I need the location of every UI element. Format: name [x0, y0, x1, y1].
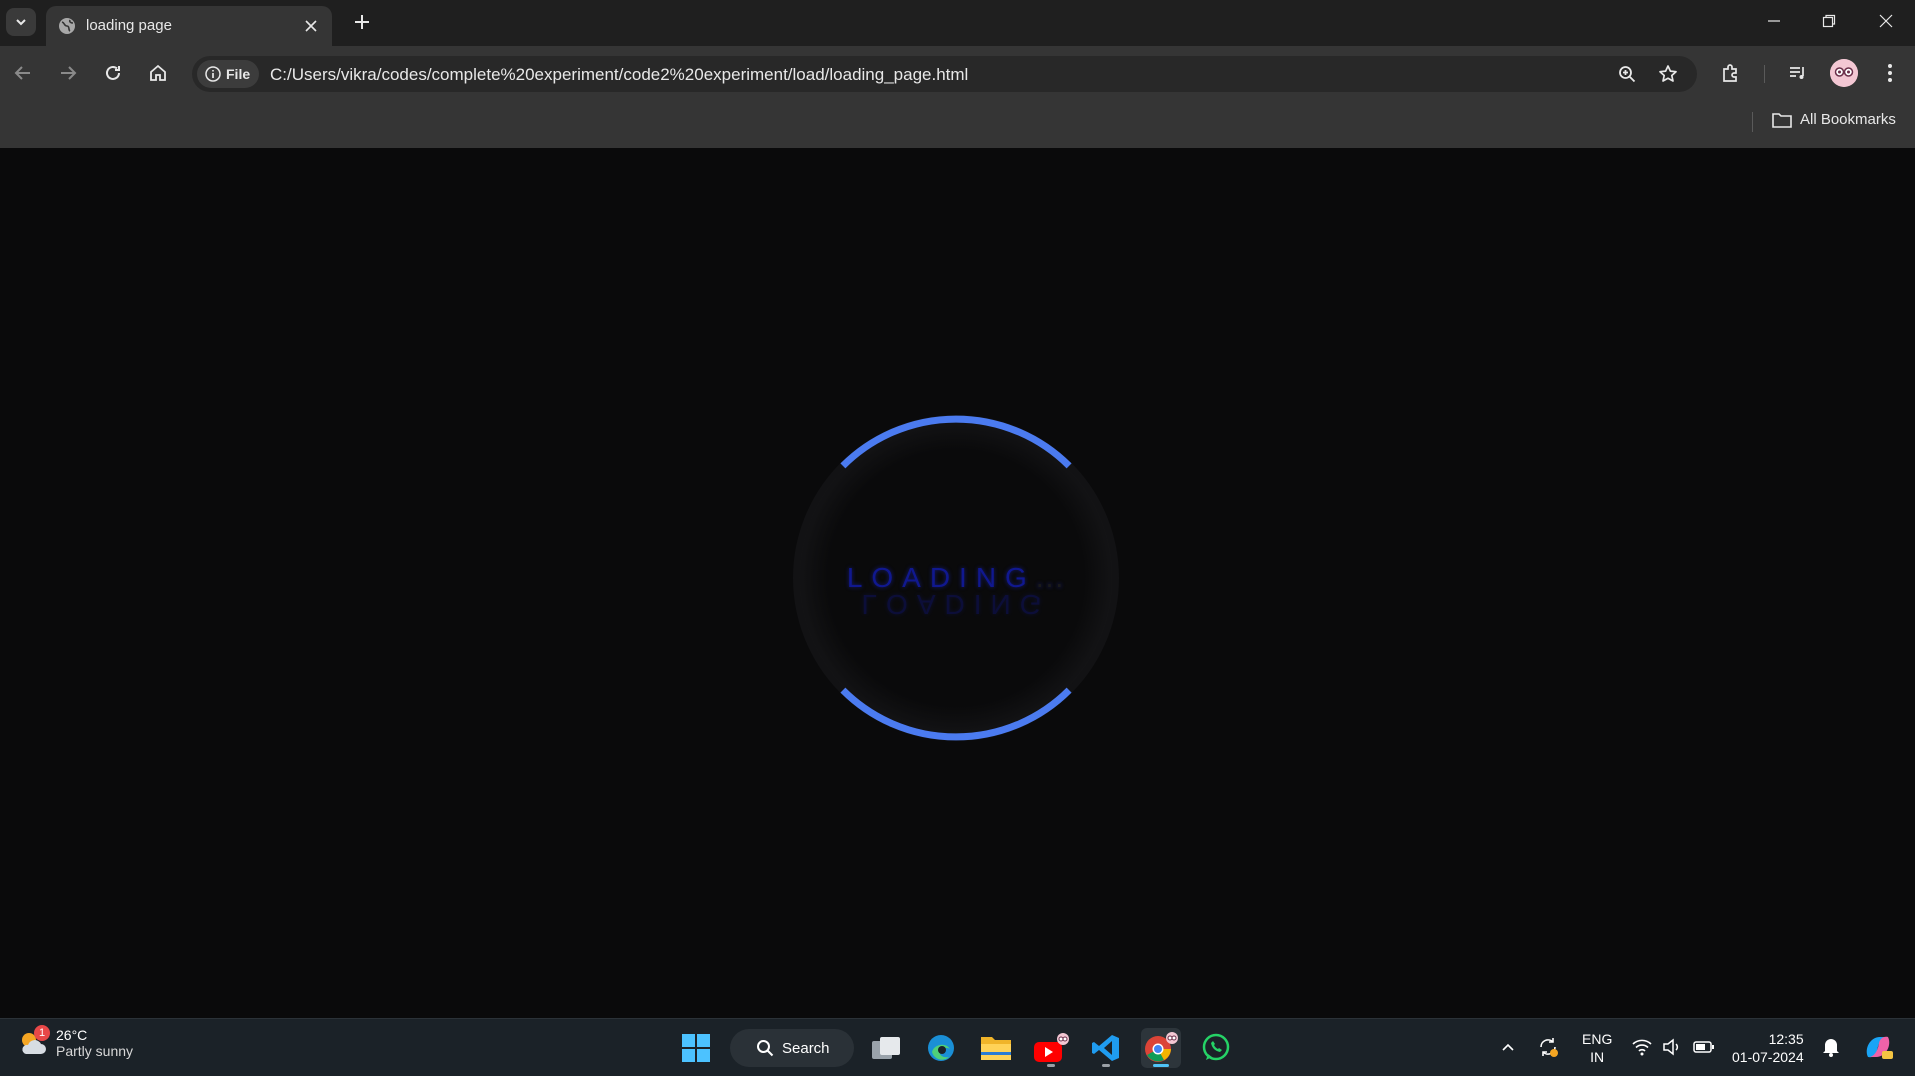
- more-vertical-icon: [1888, 64, 1892, 82]
- clock[interactable]: 12:35 01-07-2024: [1732, 1030, 1804, 1066]
- media-controls-button[interactable]: [1784, 59, 1812, 87]
- site-info-label: File: [226, 66, 251, 82]
- youtube-icon: [1034, 1033, 1069, 1062]
- tab-search-button[interactable]: [6, 8, 36, 36]
- weather-condition: Partly sunny: [56, 1043, 134, 1059]
- bookmarks-divider: [1752, 112, 1753, 132]
- loading-reflection: LOADING: [790, 438, 1122, 770]
- start-button[interactable]: [676, 1028, 716, 1068]
- back-button[interactable]: [7, 57, 39, 89]
- address-bar[interactable]: File C:/Users/vikra/codes/complete%20exp…: [192, 56, 1697, 92]
- zoom-icon: [1619, 66, 1636, 83]
- clock-date: 01-07-2024: [1732, 1049, 1804, 1065]
- all-bookmarks-label: All Bookmarks: [1800, 111, 1896, 128]
- bookmarks-bar: All Bookmarks: [0, 98, 1915, 148]
- folder-icon: [1772, 112, 1792, 128]
- edge-icon: [928, 1035, 954, 1061]
- site-info-chip[interactable]: File: [197, 60, 259, 88]
- arrow-left-icon: [14, 66, 30, 80]
- notification-badge: 1: [34, 1025, 50, 1041]
- home-button[interactable]: [142, 57, 174, 89]
- chrome-app[interactable]: [1141, 1028, 1181, 1068]
- task-view-button[interactable]: [866, 1028, 906, 1068]
- info-icon: [205, 66, 221, 82]
- tab-title: loading page: [86, 17, 172, 34]
- minimize-button[interactable]: [1754, 6, 1794, 36]
- loading-reflection-label: LOADING: [861, 589, 1051, 620]
- weather-widget[interactable]: 1 26°C Partly sunny: [18, 1025, 134, 1059]
- home-icon: [150, 64, 166, 81]
- running-indicator: [1047, 1064, 1055, 1067]
- weather-temperature: 26°C: [56, 1027, 88, 1043]
- language-code: ENG: [1582, 1031, 1613, 1047]
- puzzle-icon: [1723, 64, 1737, 82]
- whatsapp-icon: [1202, 1033, 1230, 1061]
- battery-tray-button[interactable]: [1692, 1035, 1716, 1059]
- wifi-tray-button[interactable]: [1630, 1035, 1654, 1059]
- taskbar-search[interactable]: Search: [730, 1029, 854, 1067]
- close-window-button[interactable]: [1866, 6, 1906, 36]
- loading-spinner: LOADING... LOADING: [790, 412, 1122, 744]
- page-content: LOADING... LOADING: [0, 148, 1915, 1018]
- restore-icon: [1822, 14, 1836, 28]
- tab-strip: loading page: [0, 0, 1915, 46]
- all-bookmarks-button[interactable]: All Bookmarks: [1772, 111, 1896, 128]
- zoom-button[interactable]: [1615, 62, 1639, 86]
- windows-logo-icon: [682, 1034, 710, 1062]
- minimize-icon: [1768, 20, 1780, 22]
- tab-loading-page[interactable]: loading page: [46, 6, 332, 46]
- chrome-icon: [1145, 1032, 1178, 1062]
- avatar-icon: [1830, 59, 1858, 87]
- copilot-icon: [1866, 1036, 1893, 1059]
- media-queue-icon: [1790, 67, 1804, 79]
- sync-tray-button[interactable]: [1536, 1035, 1560, 1059]
- chevron-down-icon: [16, 19, 26, 26]
- reload-icon: [106, 65, 120, 80]
- browser-menu-button[interactable]: [1876, 59, 1904, 87]
- vscode-icon: [1092, 1035, 1119, 1061]
- url-text[interactable]: C:/Users/vikra/codes/complete%20experime…: [270, 65, 968, 85]
- search-label: Search: [782, 1039, 830, 1057]
- volume-icon: [1663, 1038, 1679, 1056]
- file-explorer-app[interactable]: [976, 1028, 1016, 1068]
- new-tab-button[interactable]: [348, 8, 376, 36]
- sync-icon: [1540, 1038, 1558, 1057]
- close-icon: [1879, 14, 1893, 28]
- volume-tray-button[interactable]: [1660, 1035, 1684, 1059]
- bookmark-star-button[interactable]: [1656, 62, 1680, 86]
- show-hidden-icons-button[interactable]: [1496, 1035, 1520, 1059]
- region-code: IN: [1590, 1049, 1605, 1065]
- globe-icon: [59, 18, 75, 34]
- notifications-button[interactable]: [1819, 1035, 1843, 1059]
- youtube-app[interactable]: [1031, 1028, 1071, 1068]
- tab-close-button[interactable]: [300, 15, 322, 37]
- language-indicator[interactable]: ENG IN: [1582, 1030, 1612, 1066]
- active-indicator: [1153, 1064, 1169, 1067]
- plus-icon: [355, 15, 369, 29]
- search-icon: [757, 1040, 774, 1057]
- task-view-icon: [872, 1037, 900, 1059]
- reload-button[interactable]: [97, 57, 129, 89]
- taskbar: 1 26°C Partly sunny Search ENG IN 12:35 …: [0, 1018, 1915, 1076]
- close-icon: [305, 20, 317, 32]
- folder-icon: [981, 1037, 1011, 1060]
- vscode-app[interactable]: [1086, 1028, 1126, 1068]
- copilot-button[interactable]: [1862, 1031, 1894, 1063]
- battery-icon: [1693, 1041, 1714, 1053]
- running-indicator: [1102, 1064, 1110, 1067]
- browser-toolbar: File C:/Users/vikra/codes/complete%20exp…: [0, 46, 1915, 98]
- wifi-icon: [1632, 1039, 1652, 1056]
- forward-button[interactable]: [52, 57, 84, 89]
- whatsapp-app[interactable]: [1196, 1028, 1236, 1068]
- arrow-right-icon: [61, 66, 77, 80]
- chevron-up-icon: [1502, 1043, 1514, 1051]
- edge-app[interactable]: [921, 1028, 961, 1068]
- star-icon: [1659, 65, 1677, 82]
- profile-avatar[interactable]: [1830, 59, 1858, 87]
- extensions-button[interactable]: [1717, 59, 1745, 87]
- restore-button[interactable]: [1809, 6, 1849, 36]
- toolbar-divider: [1764, 65, 1765, 83]
- clock-time: 12:35: [1768, 1031, 1804, 1047]
- bell-icon: [1823, 1039, 1839, 1057]
